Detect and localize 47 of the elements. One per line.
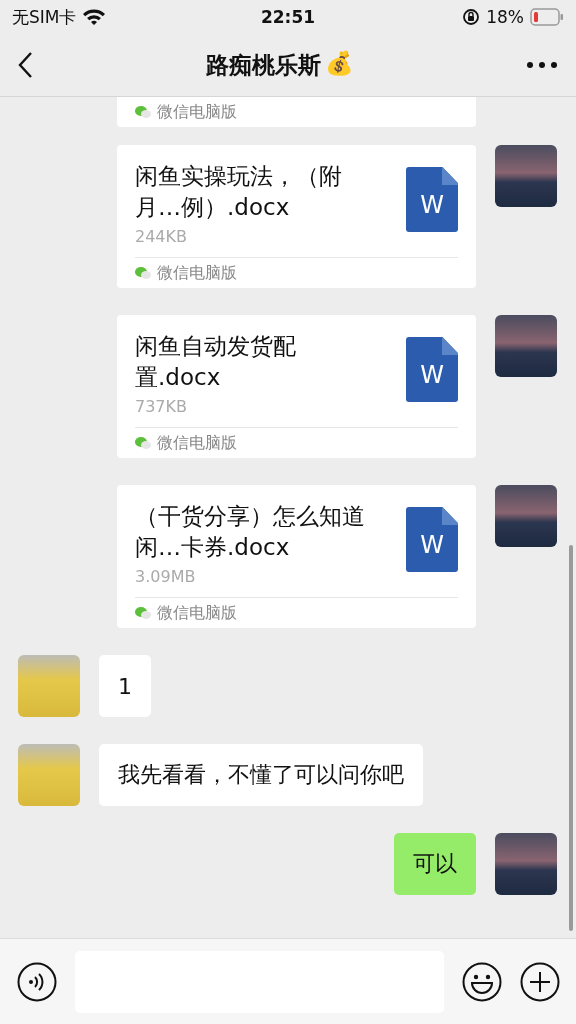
avatar-photo[interactable] bbox=[495, 485, 557, 547]
wechat-logo-icon bbox=[135, 266, 151, 280]
back-icon bbox=[18, 51, 34, 79]
chat-title: 路痴桃乐斯 bbox=[206, 50, 321, 80]
avatar-photo[interactable] bbox=[495, 145, 557, 207]
file-card[interactable]: 微信电脑版 bbox=[117, 97, 476, 127]
smiley-icon bbox=[462, 961, 502, 1002]
plus-icon bbox=[520, 961, 560, 1002]
voice-button[interactable] bbox=[17, 961, 57, 1002]
file-size: 3.09MB bbox=[135, 567, 197, 587]
received-message: 我先看看，不懂了可以问你吧 bbox=[99, 744, 423, 806]
file-name: 闲鱼自动发货配置.docx bbox=[135, 332, 297, 392]
file-size: 244KB bbox=[135, 227, 188, 247]
more-button[interactable] bbox=[526, 61, 558, 69]
back-button[interactable] bbox=[18, 51, 34, 79]
avatar-photo[interactable] bbox=[495, 315, 557, 377]
emoji-button[interactable] bbox=[462, 961, 502, 1002]
source-label: 微信电脑版 bbox=[157, 262, 237, 284]
add-button[interactable] bbox=[520, 961, 560, 1002]
word-document-icon: W bbox=[406, 167, 458, 232]
file-size: 737KB bbox=[135, 397, 188, 417]
file-name: （干货分享）怎么知道闲…卡券.docx bbox=[135, 502, 366, 562]
avatar-photo[interactable] bbox=[495, 833, 557, 895]
word-document-icon: W bbox=[406, 337, 458, 402]
source-label: 微信电脑版 bbox=[157, 432, 237, 454]
received-message: 1 bbox=[99, 655, 151, 717]
source-label: 微信电脑版 bbox=[157, 101, 237, 123]
wechat-logo-icon bbox=[135, 606, 151, 620]
source-label: 微信电脑版 bbox=[157, 602, 237, 624]
file-card[interactable]: （干货分享）怎么知道闲…卡券.docx 3.09MB W 微信电脑版 bbox=[117, 485, 476, 628]
wechat-logo-icon bbox=[135, 105, 151, 119]
rotation-lock-icon bbox=[462, 8, 481, 26]
carrier-text: 无SIM卡 bbox=[12, 5, 77, 29]
voice-icon bbox=[17, 961, 57, 1002]
file-card[interactable]: 闲鱼实操玩法，（附月…例）.docx 244KB W 微信电脑版 bbox=[117, 145, 476, 288]
wifi-icon bbox=[82, 8, 107, 26]
more-icon bbox=[526, 61, 558, 69]
file-name: 闲鱼实操玩法，（附月…例）.docx bbox=[135, 162, 343, 222]
sent-message: 可以 bbox=[394, 833, 476, 895]
clock-time: 22:51 bbox=[260, 7, 316, 27]
word-document-icon: W bbox=[406, 507, 458, 572]
wechat-logo-icon bbox=[135, 436, 151, 450]
battery-percent: 18% bbox=[486, 7, 524, 27]
battery-icon bbox=[530, 8, 564, 26]
file-card[interactable]: 闲鱼自动发货配置.docx 737KB W 微信电脑版 bbox=[117, 315, 476, 458]
scrollbar[interactable] bbox=[569, 545, 573, 931]
money-bag-emoji: 💰 bbox=[325, 49, 354, 78]
